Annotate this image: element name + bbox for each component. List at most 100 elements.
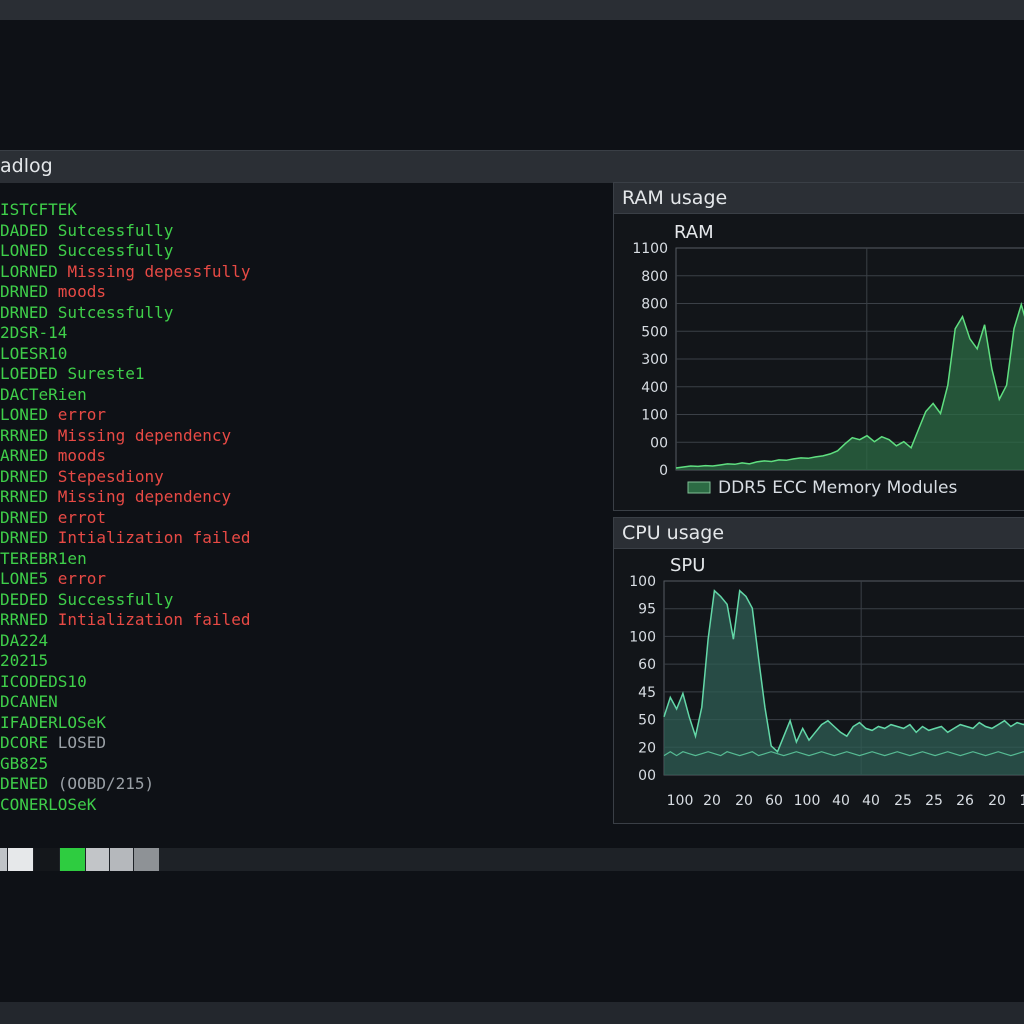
log-line-message: moods: [57, 446, 106, 465]
log-line: DRNED errot: [0, 508, 600, 529]
y-tick-label: 300: [641, 352, 668, 368]
progress-segment: [0, 848, 7, 871]
log-line-message: Intialization failed: [57, 610, 251, 629]
log-line-prefix: LONED: [0, 405, 58, 424]
log-line: DA224: [0, 631, 600, 652]
log-line: DRNED Intialization failed: [0, 528, 600, 549]
progress-segment: [110, 848, 133, 871]
log-line-message: error: [57, 405, 106, 424]
x-tick-label: 20: [988, 793, 1006, 809]
x-tick-label: 26: [956, 793, 974, 809]
progress-segment: [8, 848, 33, 871]
x-tick-label: 40: [832, 793, 850, 809]
y-tick-label: 50: [638, 713, 656, 729]
x-tick-label: 20: [703, 793, 721, 809]
log-line: 20215: [0, 651, 600, 672]
log-line: DENED (OOBD/215): [0, 774, 600, 795]
log-line: DCORE LOSED: [0, 733, 600, 754]
log-line: DADED Sutcessfully: [0, 221, 600, 242]
log-line: DEDED Successfully: [0, 590, 600, 611]
x-tick-label: 100: [667, 793, 694, 809]
log-line: DRNED Sutcessfully: [0, 303, 600, 324]
x-tick-label: 25: [894, 793, 912, 809]
y-tick-label: 1100: [632, 241, 668, 257]
x-tick-label: 60: [765, 793, 783, 809]
progress-segment: [86, 848, 109, 871]
log-line-message: Intialization failed: [57, 528, 251, 547]
log-line-prefix: DRNED: [0, 466, 58, 486]
y-tick-label: 100: [629, 574, 656, 590]
log-line: GB825: [0, 754, 600, 775]
log-line-prefix: LORNED: [0, 261, 68, 281]
y-tick-label: 800: [641, 269, 668, 285]
log-line-prefix: 20215: [0, 651, 49, 670]
cpu-usage-panel: CPU usage SPU 100 95 100 60 45 50 20 00 100 20 20 60…: [613, 517, 1024, 824]
legend-label: DDR5 ECC Memory Modules: [718, 478, 957, 498]
series-area: [664, 590, 1024, 775]
x-tick-label: 25: [925, 793, 943, 809]
log-line-message: moods: [57, 282, 106, 301]
log-line: LONE5 error: [0, 569, 600, 590]
log-line-prefix: GB825: [0, 753, 49, 773]
log-line: IFADERLOSeK: [0, 713, 600, 734]
log-line-prefix: RRNED: [0, 487, 58, 506]
log-line-prefix: LOESR10: [0, 343, 68, 363]
ram-usage-panel: RAM usage RAM 1100 800 800 500 300 400 100 00 0 DD…: [613, 182, 1024, 511]
x-tick-label: 20: [735, 793, 753, 809]
y-tick-label: 400: [641, 380, 668, 396]
log-line: DCANEN: [0, 692, 600, 713]
log-line: LOEDED Sureste1: [0, 364, 600, 385]
log-line: 2DSR-14: [0, 323, 600, 344]
log-output[interactable]: ISTCFTEK DADED Sutcessfully LONED Successf…: [0, 200, 600, 815]
log-line: RRNED Missing dependency: [0, 426, 600, 447]
log-line-message: Missing dependency: [57, 425, 232, 445]
log-line-prefix: DEDED: [0, 589, 58, 609]
y-tick-label: 00: [650, 435, 668, 451]
y-tick-label: 00: [638, 768, 656, 784]
log-line-message: Missing depessfully: [67, 261, 251, 281]
log-line-prefix: DENED: [0, 774, 58, 793]
log-line: ISTCFTEK: [0, 200, 600, 221]
log-line: DRNED moods: [0, 282, 600, 303]
status-bar: [0, 1002, 1024, 1024]
progress-bar: [0, 848, 1024, 871]
log-line-message: Stepesdiony: [57, 466, 164, 486]
chart-title: RAM: [674, 222, 714, 243]
log-line-prefix: ARNED: [0, 446, 58, 465]
progress-segment: [60, 848, 85, 871]
log-line: LONED error: [0, 405, 600, 426]
y-tick-label: 95: [638, 602, 656, 618]
log-line-message: errot: [57, 507, 106, 527]
log-line: RRNED Missing dependency: [0, 487, 600, 508]
log-line-prefix: DCANEN: [0, 692, 58, 711]
y-tick-label: 800: [641, 297, 668, 313]
y-tick-label: 500: [641, 324, 668, 340]
log-line-message: LOSED: [57, 733, 106, 752]
log-line-message: (OOBD/215): [57, 774, 155, 793]
y-tick-label: 60: [638, 657, 656, 673]
log-line: ARNED moods: [0, 446, 600, 467]
log-line: LORNED Missing depessfully: [0, 262, 600, 283]
cpu-chart: SPU 100 95 100 60 45 50 20 00 100 20 20 60 100 40 40 25 2…: [629, 555, 1024, 809]
log-line-prefix: RRNED: [0, 610, 58, 629]
log-panel-title: adlog: [0, 155, 53, 177]
log-line-prefix: DRNED: [0, 528, 58, 547]
log-line-prefix: DCORE: [0, 733, 58, 752]
log-line: RRNED Intialization failed: [0, 610, 600, 631]
log-line: TEREBR1en: [0, 549, 600, 570]
log-line-prefix: LONED: [0, 241, 58, 260]
log-line-message: Sutcessfully: [57, 302, 174, 322]
y-tick-label: 20: [638, 740, 656, 756]
ram-panel-title: RAM usage: [614, 183, 1024, 214]
log-line: LOESR10: [0, 344, 600, 365]
log-line-prefix: ICODEDS10: [0, 671, 87, 691]
log-line-prefix: DRNED: [0, 507, 58, 527]
log-line-message: Sureste1: [67, 364, 145, 383]
legend-swatch: [687, 481, 711, 494]
y-tick-label: 100: [629, 629, 656, 645]
log-line: DRNED Stepesdiony: [0, 467, 600, 488]
x-tick-label: 100: [794, 793, 821, 809]
log-line-message: error: [57, 569, 106, 588]
chart-title: SPU: [670, 555, 705, 576]
log-line-prefix: LOEDED: [0, 364, 68, 383]
